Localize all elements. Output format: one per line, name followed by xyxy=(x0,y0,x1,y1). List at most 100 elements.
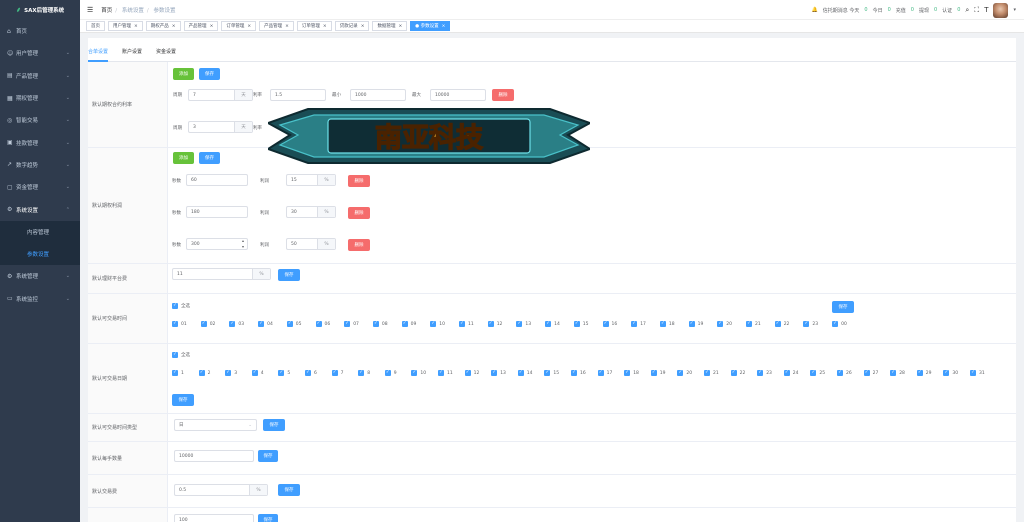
tag-5[interactable]: 产品管理 × xyxy=(259,21,294,31)
checkbox-17[interactable]: ✓ 17 xyxy=(597,370,612,376)
save-button[interactable]: 保存 xyxy=(832,301,854,313)
tag-0[interactable]: 首页 xyxy=(86,21,105,31)
hamburger-icon[interactable]: ☰ xyxy=(87,6,93,14)
close-icon[interactable]: × xyxy=(210,24,214,29)
verify-label[interactable]: 认证 xyxy=(942,7,952,14)
delete-button[interactable]: 删除 xyxy=(492,89,514,101)
select-all-hours-checkbox[interactable]: ✓ 全选 xyxy=(172,303,190,309)
checkbox-8[interactable]: ✓ 8 xyxy=(358,370,370,376)
checkbox-12[interactable]: ✓ 12 xyxy=(464,370,479,376)
checkbox-12[interactable]: ✓ 12 xyxy=(487,321,502,327)
checkbox-06[interactable]: ✓ 06 xyxy=(315,321,330,327)
tab-order-settings[interactable]: 合单设置 xyxy=(88,48,109,62)
add-button[interactable]: 添加 xyxy=(173,68,194,80)
checkbox-21[interactable]: ✓ 21 xyxy=(746,321,761,327)
checkbox-20[interactable]: ✓ 20 xyxy=(717,321,732,327)
trade-fee-input[interactable]: 0.5% xyxy=(174,484,268,496)
recharge-label[interactable]: 充值 xyxy=(896,7,906,14)
close-icon[interactable]: × xyxy=(442,24,446,29)
sidebar-item-10[interactable]: ▭ 系统监控 ⌄ xyxy=(0,288,80,310)
sidebar-item-2[interactable]: ▤ 产品管理 ⌄ xyxy=(0,65,80,87)
profit-input[interactable]: 50% xyxy=(286,238,336,250)
checkbox-18[interactable]: ✓ 18 xyxy=(624,370,639,376)
seconds-input[interactable]: 60 xyxy=(186,174,248,186)
checkbox-23[interactable]: ✓ 23 xyxy=(757,370,772,376)
checkbox-31[interactable]: ✓ 31 xyxy=(970,370,985,376)
tag-1[interactable]: 用户管理 × xyxy=(108,21,143,31)
save-button[interactable]: 保存 xyxy=(278,269,300,281)
period-input[interactable]: 7天 xyxy=(188,89,253,101)
checkbox-5[interactable]: ✓ 5 xyxy=(278,370,290,376)
checkbox-28[interactable]: ✓ 28 xyxy=(890,370,905,376)
tag-3[interactable]: 产品管理 × xyxy=(183,21,219,31)
sidebar-item-3[interactable]: ▦ 期权管理 ⌄ xyxy=(0,87,80,109)
checkbox-9[interactable]: ✓ 9 xyxy=(384,370,397,376)
checkbox-15[interactable]: ✓ 15 xyxy=(544,370,559,376)
checkbox-16[interactable]: ✓ 16 xyxy=(571,370,586,376)
checkbox-19[interactable]: ✓ 19 xyxy=(688,321,703,327)
checkbox-05[interactable]: ✓ 05 xyxy=(286,321,302,327)
notice-text[interactable]: 信托期消息 今天 xyxy=(823,7,860,14)
checkbox-16[interactable]: ✓ 16 xyxy=(602,321,617,327)
sidebar-item-9[interactable]: ⚙ 系统管理 ⌄ xyxy=(0,265,80,287)
checkbox-17[interactable]: ✓ 17 xyxy=(631,321,646,327)
max-input[interactable]: 10000 xyxy=(430,89,486,101)
stepper-arrows-icon[interactable]: ▴ ▾ xyxy=(242,238,244,250)
avatar[interactable] xyxy=(993,2,1009,18)
checkbox-27[interactable]: ✓ 27 xyxy=(863,370,878,376)
time-type-select[interactable]: 日 ⌄ xyxy=(174,419,257,431)
checkbox-04[interactable]: ✓ 04 xyxy=(258,321,273,327)
close-icon[interactable]: × xyxy=(398,24,402,29)
rate-input[interactable]: 1.5 xyxy=(270,89,326,101)
checkbox-2[interactable]: ✓ 2 xyxy=(198,370,210,376)
delete-button[interactable]: 删除 xyxy=(348,239,370,251)
submenu-item-0[interactable]: 内容管理 xyxy=(0,221,80,243)
checkbox-01[interactable]: ✓ 01 xyxy=(172,321,187,327)
checkbox-03[interactable]: ✓ 03 xyxy=(229,321,244,327)
search-icon[interactable]: ⌕ xyxy=(965,6,969,15)
checkbox-29[interactable]: ✓ 29 xyxy=(916,370,932,376)
sidebar-item-1[interactable]: ☺ 用户管理 ⌄ xyxy=(0,42,80,64)
close-icon[interactable]: × xyxy=(247,24,251,29)
tag-8[interactable]: 数据管理 × xyxy=(372,21,408,31)
checkbox-09[interactable]: ✓ 09 xyxy=(401,321,416,327)
save-button[interactable]: 保存 xyxy=(278,484,300,496)
tag-4[interactable]: 订单管理 × xyxy=(221,21,257,31)
period-input[interactable]: 3天 xyxy=(188,121,253,133)
save-button[interactable]: 保存 xyxy=(263,419,285,431)
checkbox-14[interactable]: ✓ 14 xyxy=(545,321,560,327)
checkbox-24[interactable]: ✓ 24 xyxy=(783,370,799,376)
font-size-icon[interactable]: T xyxy=(984,6,988,14)
bell-icon[interactable]: 🔔 xyxy=(812,7,818,13)
checkbox-00[interactable]: ✓ 00 xyxy=(832,321,847,327)
sidebar-item-8[interactable]: ⚙ 系统设置 ⌃ xyxy=(0,198,80,220)
checkbox-4[interactable]: ✓ 4 xyxy=(251,370,264,376)
chevron-down-icon[interactable]: ▾ xyxy=(1013,7,1016,13)
profit-input[interactable]: 15% xyxy=(286,174,336,186)
seconds-input[interactable]: 180 xyxy=(186,206,248,218)
breadcrumb-home[interactable]: 首页 xyxy=(101,8,112,14)
tag-9[interactable]: ● 参数设置 × xyxy=(410,21,451,31)
checkbox-6[interactable]: ✓ 6 xyxy=(305,370,317,376)
withdraw-label[interactable]: 提现 xyxy=(919,7,929,14)
checkbox-10[interactable]: ✓ 10 xyxy=(430,321,445,327)
checkbox-18[interactable]: ✓ 18 xyxy=(659,321,675,327)
checkbox-07[interactable]: ✓ 07 xyxy=(344,321,359,327)
checkbox-13[interactable]: ✓ 13 xyxy=(491,370,506,376)
close-icon[interactable]: × xyxy=(172,24,176,29)
platform-fee-input[interactable]: 11% xyxy=(172,268,271,280)
submenu-item-1[interactable]: 参数设置 xyxy=(0,243,80,265)
lot-size-input[interactable]: 10000 xyxy=(174,450,254,462)
checkbox-21[interactable]: ✓ 21 xyxy=(704,370,719,376)
select-all-days-checkbox[interactable]: ✓ 全选 xyxy=(172,352,190,358)
checkbox-10[interactable]: ✓ 10 xyxy=(411,370,426,376)
fullscreen-icon[interactable]: ⛶ xyxy=(974,6,979,15)
checkbox-02[interactable]: ✓ 02 xyxy=(200,321,215,327)
checkbox-3[interactable]: ✓ 3 xyxy=(225,370,237,376)
save-button[interactable]: 保存 xyxy=(172,394,194,406)
checkbox-08[interactable]: ✓ 08 xyxy=(372,321,388,327)
tag-7[interactable]: 贷款记录 × xyxy=(334,21,370,31)
tag-2[interactable]: 期权产品 × xyxy=(145,21,181,31)
sidebar-item-5[interactable]: ▣ 挂款管理 ⌄ xyxy=(0,131,80,153)
checkbox-7[interactable]: ✓ 7 xyxy=(331,370,343,376)
